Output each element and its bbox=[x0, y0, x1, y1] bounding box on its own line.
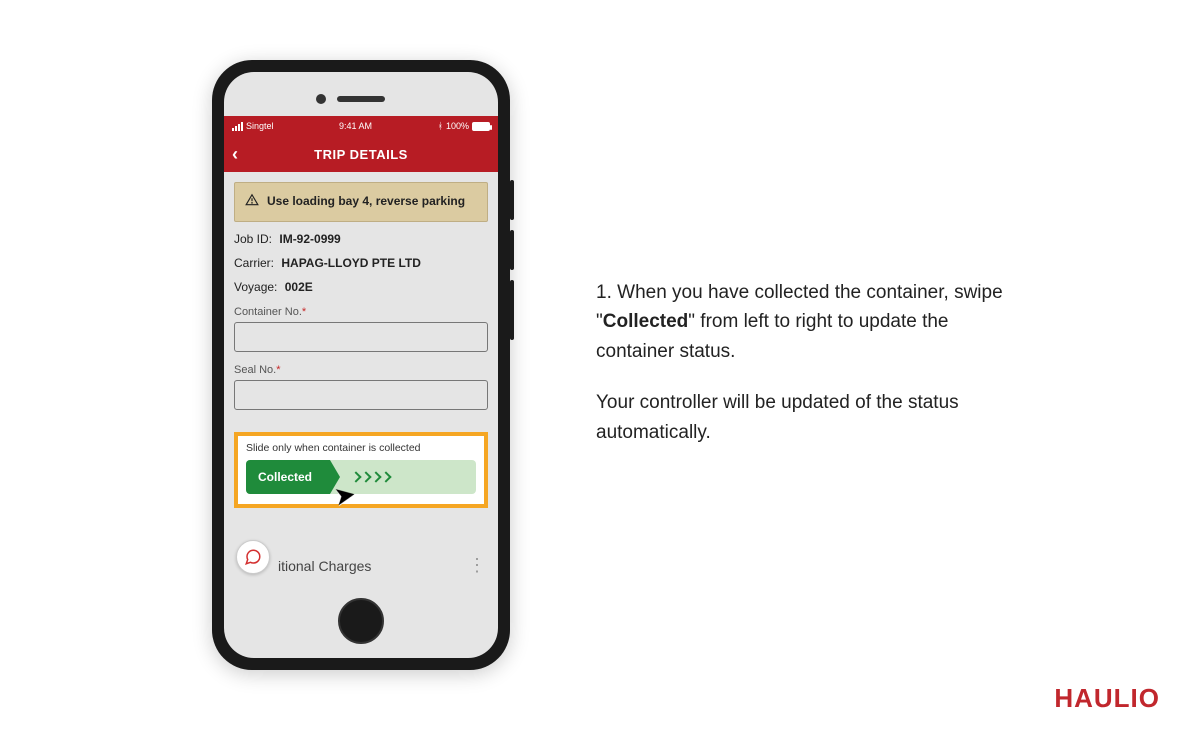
carrier-row: Carrier: HAPAG-LLOYD PTE LTD bbox=[234, 256, 488, 270]
page-title: TRIP DETAILS bbox=[314, 147, 408, 162]
volume-down-button bbox=[510, 230, 514, 270]
chevron-right-icon bbox=[352, 473, 390, 481]
carrier-label: Carrier: bbox=[234, 256, 274, 270]
instruction-banner: Use loading bay 4, reverse parking bbox=[234, 182, 488, 222]
warning-icon bbox=[245, 193, 259, 211]
step-text-bold: Collected bbox=[603, 311, 689, 332]
seal-no-input[interactable] bbox=[234, 380, 488, 410]
highlighted-slider-area: Slide only when container is collected C… bbox=[234, 432, 488, 508]
more-icon[interactable]: ⋮ bbox=[468, 562, 486, 569]
step-number: 1. bbox=[596, 282, 612, 303]
phone-mockup: Singtel 9:41 AM ᚼ 100% ‹ TRIP DETAILS bbox=[212, 60, 510, 670]
voyage-row: Voyage: 002E bbox=[234, 280, 488, 294]
carrier-value: HAPAG-LLOYD PTE LTD bbox=[281, 256, 421, 270]
back-icon[interactable]: ‹ bbox=[232, 145, 239, 163]
job-id-value: IM-92-0999 bbox=[279, 232, 340, 246]
brand-logo: HAULIO bbox=[1054, 683, 1160, 714]
home-button bbox=[338, 598, 384, 644]
additional-charges-label: itional Charges bbox=[278, 558, 371, 574]
voyage-label: Voyage: bbox=[234, 280, 277, 294]
slider-track[interactable]: Collected ➤ bbox=[246, 460, 476, 494]
job-id-label: Job ID: bbox=[234, 232, 272, 246]
signal-icon bbox=[232, 122, 243, 131]
step-text-2: Your controller will be updated of the s… bbox=[596, 388, 1016, 447]
instruction-banner-text: Use loading bay 4, reverse parking bbox=[267, 193, 465, 211]
phone-screen: Singtel 9:41 AM ᚼ 100% ‹ TRIP DETAILS bbox=[224, 116, 498, 588]
additional-charges-row[interactable]: itional Charges ⋮ bbox=[278, 558, 486, 574]
collected-slider-button[interactable]: Collected bbox=[246, 460, 330, 494]
container-no-input[interactable] bbox=[234, 322, 488, 352]
title-bar: ‹ TRIP DETAILS bbox=[224, 136, 498, 172]
seal-no-label: Seal No. bbox=[234, 364, 276, 376]
required-marker: * bbox=[302, 306, 306, 318]
instruction-text: 1. When you have collected the container… bbox=[596, 278, 1016, 469]
power-button bbox=[510, 280, 514, 340]
collected-slider-label: Collected bbox=[258, 470, 312, 484]
container-field: Container No.* bbox=[234, 306, 488, 352]
bluetooth-icon: ᚼ bbox=[438, 121, 443, 131]
carrier-name: Singtel bbox=[246, 121, 274, 131]
phone-camera bbox=[316, 94, 326, 104]
cursor-icon: ➤ bbox=[331, 479, 358, 513]
status-bar: Singtel 9:41 AM ᚼ 100% bbox=[224, 116, 498, 136]
screen-content: Use loading bay 4, reverse parking Job I… bbox=[224, 172, 498, 508]
voyage-value: 002E bbox=[285, 280, 313, 294]
container-no-label: Container No. bbox=[234, 306, 302, 318]
battery-percent: 100% bbox=[446, 121, 469, 131]
slider-hint-text: Slide only when container is collected bbox=[246, 442, 476, 454]
seal-field: Seal No.* bbox=[234, 364, 488, 410]
chat-fab[interactable] bbox=[236, 540, 270, 574]
required-marker: * bbox=[276, 364, 280, 376]
clock: 9:41 AM bbox=[339, 121, 372, 131]
phone-speaker bbox=[337, 96, 385, 102]
job-id-row: Job ID: IM-92-0999 bbox=[234, 232, 488, 246]
phone-bezel: Singtel 9:41 AM ᚼ 100% ‹ TRIP DETAILS bbox=[224, 72, 498, 658]
battery-icon bbox=[472, 122, 490, 131]
volume-up-button bbox=[510, 180, 514, 220]
